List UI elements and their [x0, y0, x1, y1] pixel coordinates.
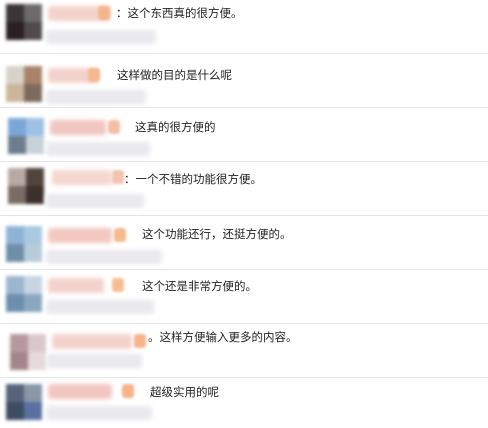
username-blurred[interactable] — [48, 384, 112, 399]
avatar[interactable] — [10, 334, 46, 370]
avatar[interactable] — [8, 118, 44, 154]
meta-blurred — [46, 250, 162, 264]
meta-blurred — [46, 406, 152, 420]
avatar[interactable] — [8, 168, 44, 204]
comment-text: 这个还是非常方便的。 — [142, 279, 257, 293]
comment-text: ：一个不错的功能很方便。 — [124, 172, 262, 186]
comment-row: 。这样方便输入更多的内容。 — [0, 324, 488, 378]
avatar-pixel — [24, 4, 42, 22]
comment-text: ：这个东西真的很方便。 — [116, 6, 243, 20]
meta-blurred — [46, 90, 146, 104]
avatar-pixel — [6, 384, 24, 402]
avatar-pixel — [24, 226, 42, 244]
avatar-pixel — [26, 118, 44, 136]
comment-row: 这个功能还行，还挺方便的。 — [0, 216, 488, 270]
meta-blurred — [46, 194, 144, 208]
level-badge — [112, 170, 124, 184]
meta-blurred — [46, 30, 156, 44]
avatar-pixel — [24, 402, 42, 420]
meta-blurred — [46, 300, 154, 314]
comment-text: 超级实用的呢 — [150, 385, 219, 399]
avatar-pixel — [24, 294, 42, 312]
avatar-pixel — [24, 384, 42, 402]
level-badge — [114, 228, 126, 242]
comment-list: ：这个东西真的很方便。 这样做的目的是什么呢 这真的很方便的 ：一个不错的功能很… — [0, 0, 488, 428]
comment-row: ：一个不错的功能很方便。 — [0, 162, 488, 216]
avatar-pixel — [6, 276, 24, 294]
avatar-pixel — [6, 294, 24, 312]
level-badge — [134, 334, 146, 348]
avatar-pixel — [24, 66, 42, 84]
avatar[interactable] — [6, 276, 42, 312]
level-badge — [112, 278, 124, 292]
comment-row: ：这个东西真的很方便。 — [0, 0, 488, 54]
avatar-pixel — [26, 168, 44, 186]
comment-row: 这真的很方便的 — [0, 108, 488, 162]
username-blurred[interactable] — [48, 228, 112, 243]
avatar-pixel — [6, 244, 24, 262]
avatar-pixel — [24, 244, 42, 262]
avatar-pixel — [6, 226, 24, 244]
comment-text: 这样做的目的是什么呢 — [117, 68, 232, 82]
avatar-pixel — [26, 186, 44, 204]
comment-text: 。这样方便输入更多的内容。 — [148, 330, 298, 344]
avatar-pixel — [26, 136, 44, 154]
comment-row: 这个还是非常方便的。 — [0, 270, 488, 324]
avatar-pixel — [24, 84, 42, 102]
avatar[interactable] — [6, 226, 42, 262]
avatar-pixel — [6, 402, 24, 420]
avatar-pixel — [28, 334, 46, 352]
username-blurred[interactable] — [52, 334, 132, 349]
comment-row: 超级实用的呢 — [0, 378, 488, 428]
avatar-pixel — [28, 352, 46, 370]
username-blurred[interactable] — [52, 170, 112, 185]
avatar-pixel — [10, 334, 28, 352]
avatar-pixel — [6, 22, 24, 40]
meta-blurred — [46, 142, 150, 156]
avatar-pixel — [8, 186, 26, 204]
username-blurred[interactable] — [48, 278, 104, 293]
avatar[interactable] — [6, 66, 42, 102]
avatar-pixel — [6, 66, 24, 84]
avatar[interactable] — [6, 4, 42, 40]
avatar-pixel — [24, 22, 42, 40]
avatar[interactable] — [6, 384, 42, 420]
avatar-pixel — [6, 84, 24, 102]
meta-blurred — [46, 354, 142, 368]
comment-row: 这样做的目的是什么呢 — [0, 54, 488, 108]
avatar-pixel — [8, 118, 26, 136]
avatar-pixel — [24, 276, 42, 294]
comment-text: 这真的很方便的 — [135, 120, 216, 134]
username-blurred[interactable] — [50, 120, 106, 135]
avatar-pixel — [10, 352, 28, 370]
level-badge — [108, 120, 120, 134]
level-badge — [88, 68, 100, 82]
avatar-pixel — [6, 4, 24, 22]
comment-text: 这个功能还行，还挺方便的。 — [142, 227, 292, 241]
level-badge — [122, 384, 134, 398]
avatar-pixel — [8, 168, 26, 186]
avatar-pixel — [8, 136, 26, 154]
level-badge — [98, 6, 110, 20]
